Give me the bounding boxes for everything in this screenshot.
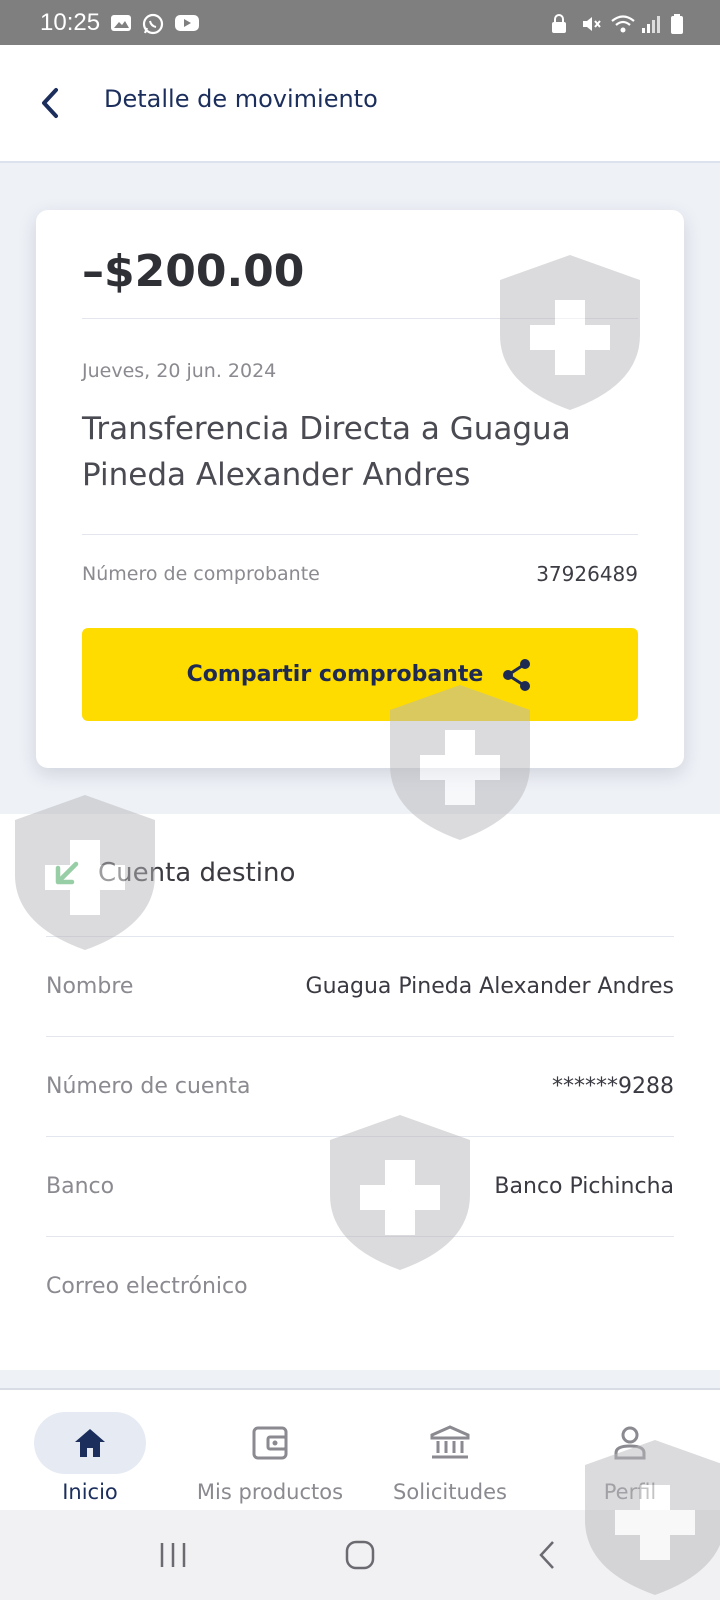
nav-icon-wrap bbox=[394, 1412, 506, 1474]
destination-header: Cuenta destino bbox=[54, 858, 295, 888]
status-left: 10:25 bbox=[40, 8, 200, 37]
info-label: Número de cuenta bbox=[46, 1074, 251, 1099]
person-icon bbox=[614, 1426, 646, 1460]
nav-label: Inicio bbox=[62, 1480, 118, 1504]
recent-apps-button[interactable] bbox=[143, 1530, 203, 1580]
bank-icon bbox=[430, 1425, 470, 1459]
info-label: Nombre bbox=[46, 974, 134, 999]
status-bar: 10:25 bbox=[0, 0, 720, 45]
transaction-description: Transferencia Directa a Guagua Pineda Al… bbox=[82, 411, 571, 493]
info-row-name: Nombre Guagua Pineda Alexander Andres bbox=[46, 936, 674, 1036]
system-nav-bar bbox=[0, 1510, 720, 1600]
nav-label: Solicitudes bbox=[393, 1480, 507, 1504]
share-button-label: Compartir comprobante bbox=[186, 662, 484, 687]
status-time: 10:25 bbox=[40, 8, 101, 36]
divider bbox=[82, 318, 638, 319]
home-icon bbox=[75, 1429, 105, 1457]
home-button[interactable] bbox=[330, 1530, 390, 1580]
info-value: Banco Pichincha bbox=[494, 1174, 674, 1199]
nav-item-perfil[interactable]: Perfil bbox=[545, 1412, 715, 1504]
nav-label: Perfil bbox=[603, 1480, 657, 1504]
nav-item-solicitudes[interactable]: Solicitudes bbox=[365, 1412, 535, 1504]
nav-label: Mis productos bbox=[196, 1480, 344, 1504]
bottom-nav: Inicio Mis productos Solicitudes Perfil bbox=[0, 1388, 720, 1510]
page-title: Detalle de movimiento bbox=[104, 85, 378, 113]
share-receipt-button[interactable]: Compartir comprobante bbox=[82, 628, 638, 721]
info-value: Guagua Pineda Alexander Andres bbox=[305, 974, 674, 999]
info-row-email: Correo electrónico bbox=[46, 1236, 674, 1336]
signal-icon bbox=[640, 13, 662, 33]
info-label: Correo electrónico bbox=[46, 1274, 248, 1299]
destination-section: Cuenta destino Nombre Guagua Pineda Alex… bbox=[0, 814, 720, 1370]
home-circle-icon bbox=[345, 1540, 375, 1570]
status-right bbox=[550, 13, 692, 34]
back-button[interactable] bbox=[30, 83, 70, 123]
back-arrow-icon bbox=[538, 1541, 554, 1569]
system-back-button[interactable] bbox=[517, 1530, 577, 1580]
info-value: ******9288 bbox=[552, 1074, 674, 1099]
divider bbox=[82, 534, 638, 535]
recent-apps-icon bbox=[161, 1543, 186, 1567]
transaction-amount: –$200.00 bbox=[82, 246, 305, 297]
transaction-card: –$200.00 Jueves, 20 jun. 2024 Transferen… bbox=[36, 210, 684, 768]
lock-icon bbox=[550, 13, 572, 33]
whatsapp-icon bbox=[142, 13, 164, 34]
wifi-icon bbox=[610, 13, 635, 33]
receipt-label: Número de comprobante bbox=[82, 563, 320, 585]
arrow-down-left-icon bbox=[55, 861, 79, 885]
app-header: Detalle de movimiento bbox=[0, 45, 720, 163]
nav-item-mis-productos[interactable]: Mis productos bbox=[185, 1412, 355, 1504]
receipt-row: Número de comprobante 37926489 bbox=[82, 562, 638, 586]
nav-icon-wrap bbox=[574, 1412, 686, 1474]
wallet-icon bbox=[252, 1426, 288, 1460]
nav-icon-wrap bbox=[34, 1412, 146, 1474]
info-label: Banco bbox=[46, 1174, 115, 1199]
transaction-date: Jueves, 20 jun. 2024 bbox=[82, 360, 277, 382]
destination-title: Cuenta destino bbox=[98, 858, 296, 888]
nav-item-inicio[interactable]: Inicio bbox=[5, 1412, 175, 1504]
youtube-icon bbox=[174, 13, 200, 33]
nav-icon-wrap bbox=[214, 1412, 326, 1474]
info-row-account: Número de cuenta ******9288 bbox=[46, 1036, 674, 1136]
chevron-left-icon bbox=[42, 88, 58, 118]
receipt-number: 37926489 bbox=[536, 562, 638, 586]
share-icon bbox=[503, 658, 531, 691]
image-icon bbox=[110, 13, 132, 33]
battery-icon bbox=[670, 13, 692, 34]
mute-icon bbox=[580, 13, 602, 33]
info-row-bank: Banco Banco Pichincha bbox=[46, 1136, 674, 1236]
